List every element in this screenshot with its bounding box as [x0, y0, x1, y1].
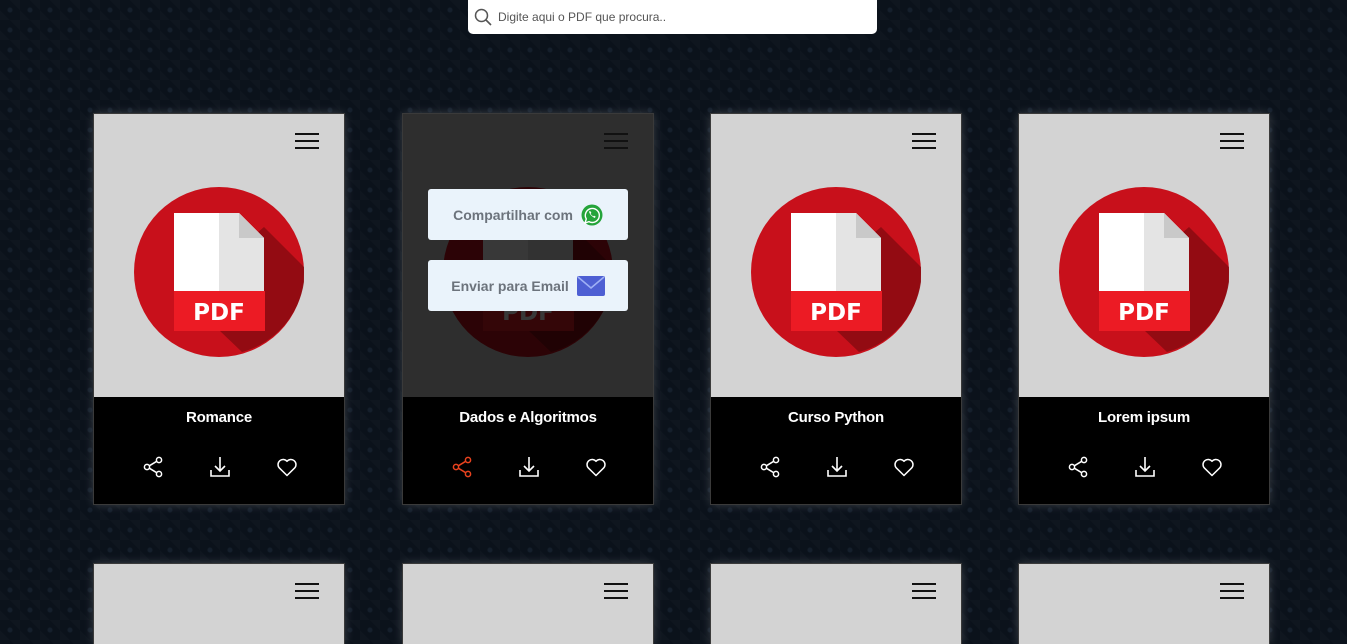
card-title: Curso Python [788, 409, 884, 426]
pdf-card [1018, 563, 1270, 644]
share-icon[interactable] [141, 455, 165, 479]
pdf-card: PDF Lorem ipsum [1018, 113, 1270, 505]
pdf-card: PDF Romance [93, 113, 345, 505]
search-icon [474, 8, 492, 26]
share-whatsapp-label: Compartilhar com [453, 206, 573, 223]
pdf-badge-text: PDF [1118, 300, 1170, 326]
share-whatsapp-button[interactable]: Compartilhar com [428, 189, 628, 240]
menu-icon[interactable] [604, 133, 628, 151]
share-icon[interactable] [1066, 455, 1090, 479]
pdf-card: PDF Compartilhar com Enviar para Email D… [402, 113, 654, 505]
card-title: Lorem ipsum [1098, 409, 1190, 426]
heart-icon[interactable] [275, 455, 299, 479]
share-icon[interactable] [450, 455, 474, 479]
menu-icon[interactable] [604, 583, 628, 601]
share-email-label: Enviar para Email [451, 277, 569, 294]
pdf-card: PDF Curso Python [710, 113, 962, 505]
card-title: Romance [185, 409, 253, 426]
menu-icon[interactable] [1220, 133, 1244, 151]
pdf-card [402, 563, 654, 644]
menu-icon[interactable] [912, 133, 936, 151]
menu-icon[interactable] [1220, 583, 1244, 601]
share-email-button[interactable]: Enviar para Email [428, 260, 628, 311]
heart-icon[interactable] [892, 455, 916, 479]
whatsapp-icon [581, 204, 603, 225]
menu-icon[interactable] [295, 583, 319, 601]
heart-icon[interactable] [584, 455, 608, 479]
pdf-card [93, 563, 345, 644]
menu-icon[interactable] [295, 133, 319, 151]
download-icon[interactable] [517, 455, 541, 479]
download-icon[interactable] [208, 455, 232, 479]
pdf-badge-text: PDF [810, 300, 862, 326]
pdf-card [710, 563, 962, 644]
search-bar [468, 0, 877, 34]
pdf-file-icon[interactable]: PDF [1059, 187, 1229, 357]
share-icon[interactable] [758, 455, 782, 479]
download-icon[interactable] [825, 455, 849, 479]
menu-icon[interactable] [912, 583, 936, 601]
heart-icon[interactable] [1200, 455, 1224, 479]
download-icon[interactable] [1133, 455, 1157, 479]
card-title: Dados e Algoritmos [459, 409, 597, 426]
share-overlay [403, 114, 653, 397]
pdf-file-icon[interactable]: PDF [751, 187, 921, 357]
pdf-file-icon[interactable]: PDF [134, 187, 304, 357]
email-icon [576, 275, 605, 296]
pdf-badge-text: PDF [193, 300, 245, 326]
search-input[interactable] [492, 1, 870, 33]
